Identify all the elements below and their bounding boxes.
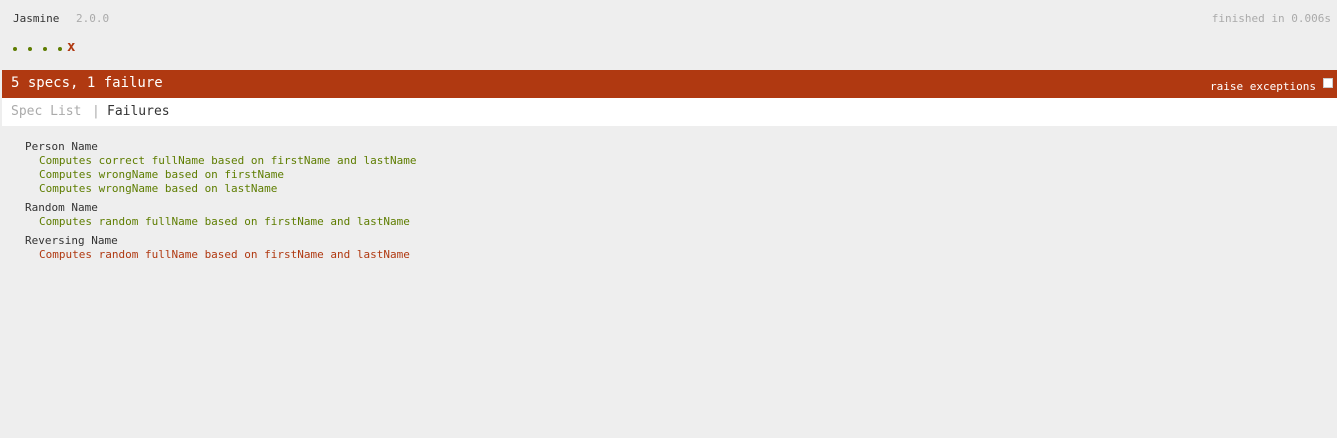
passed-spec-symbol (43, 47, 47, 51)
suite-name[interactable]: Person Name (25, 140, 1337, 154)
raise-exceptions-label[interactable]: raise exceptions (1210, 80, 1316, 93)
suite-name[interactable]: Reversing Name (25, 234, 1337, 248)
spec-item[interactable]: Computes wrongName based on lastName (39, 182, 1337, 196)
passed-spec-symbol (13, 47, 17, 51)
raise-exceptions-checkbox[interactable] (1323, 78, 1333, 88)
banner: Jasmine 2.0.0 finished in 0.006s (2, 0, 1337, 38)
failures-link[interactable]: Failures (107, 104, 170, 119)
reporter-title: Jasmine (13, 12, 60, 25)
spec-item[interactable]: Computes wrongName based on firstName (39, 168, 1337, 182)
results-menu: Spec List | Failures (2, 98, 1337, 126)
spec-list-link[interactable]: Spec List (11, 104, 81, 119)
run-duration: finished in 0.006s (1211, 12, 1331, 25)
suite-person-name: Person Name Computes correct fullName ba… (25, 140, 1337, 196)
jasmine-reporter: Jasmine 2.0.0 finished in 0.006s x 5 spe… (0, 0, 1337, 438)
suite-random-name: Random Name Computes random fullName bas… (25, 201, 1337, 229)
spec-results: Person Name Computes correct fullName ba… (2, 126, 1337, 262)
failed-spec-symbol[interactable]: x (67, 39, 75, 55)
spec-item[interactable]: Computes random fullName based on firstN… (39, 215, 1337, 229)
failure-alert-bar: 5 specs, 1 failure raise exceptions (2, 70, 1337, 98)
symbol-summary: x (2, 38, 1337, 70)
passed-spec-symbol (28, 47, 32, 51)
spec-item[interactable]: Computes correct fullName based on first… (39, 154, 1337, 168)
reporter-version: 2.0.0 (76, 12, 110, 25)
spec-item[interactable]: Computes random fullName based on firstN… (39, 248, 1337, 262)
passed-spec-symbol (58, 47, 62, 51)
suite-name[interactable]: Random Name (25, 201, 1337, 215)
menu-separator: | (92, 104, 100, 119)
spec-summary: 5 specs, 1 failure (11, 75, 163, 91)
suite-reversing-name: Reversing Name Computes random fullName … (25, 234, 1337, 262)
